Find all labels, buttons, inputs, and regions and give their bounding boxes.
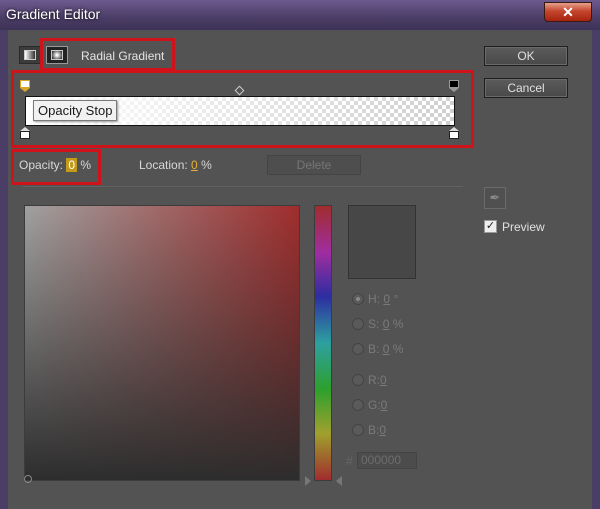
radio-red-button[interactable] [352,374,364,386]
radial-gradient-icon [51,50,63,60]
window-frame-right [592,30,600,509]
gradient-type-label: Radial Gradient [81,49,165,63]
hex-input[interactable]: 000000 [357,452,417,469]
radio-brightness-button[interactable] [352,343,364,355]
opacity-unit: % [80,158,92,172]
opacity-stop-tooltip: Opacity Stop [33,100,118,121]
hue-slider-handle-right[interactable] [336,476,342,486]
hex-field: # 000000 [346,452,417,469]
blue-value: 0 [379,423,387,437]
hue-value: 0 [383,292,391,306]
opacity-stop-right[interactable] [449,80,459,92]
checkbox-icon[interactable]: ✓ [484,220,497,233]
opacity-midpoint[interactable] [234,85,245,96]
color-stop-right[interactable] [449,127,459,139]
color-swatch [348,205,416,279]
opacity-label: Opacity: [19,158,64,172]
window-title: Gradient Editor [6,6,101,22]
linear-gradient-button[interactable] [19,46,41,64]
hue-slider[interactable] [314,205,332,481]
close-button[interactable]: ✕ [544,2,592,22]
location-field: Location: 0 % [139,158,212,172]
radial-gradient-button[interactable] [46,46,68,64]
brightness-value: 0 [382,342,390,356]
linear-gradient-icon [24,50,36,60]
preview-label[interactable]: Preview [502,220,545,234]
delete-button[interactable]: Delete [267,155,361,175]
eyedropper-icon[interactable]: ✒ [484,187,506,209]
green-value: 0 [380,398,388,412]
ok-button[interactable]: OK [484,46,568,66]
window-frame-left [0,30,8,509]
divider [23,186,463,187]
color-field-cursor[interactable] [24,475,32,483]
radio-saturation-button[interactable] [352,318,364,330]
color-stop-left[interactable] [20,127,30,139]
radio-blue-button[interactable] [352,424,364,436]
location-unit: % [201,158,212,172]
location-value[interactable]: 0 [191,158,198,172]
opacity-stop-left[interactable] [20,80,30,92]
dialog-body: Radial Gradient OK Cancel Opacity Stop O… [8,30,592,509]
opacity-value[interactable]: 0 [66,158,78,172]
cancel-button[interactable]: Cancel [484,78,568,98]
red-value: 0 [380,373,387,387]
radio-hue-button[interactable] [352,293,364,305]
color-field[interactable] [24,205,300,481]
saturation-value: 0 [382,317,390,331]
hex-prefix: # [346,454,353,468]
radio-green-button[interactable] [352,399,364,411]
opacity-field: Opacity: 0 % [19,158,91,172]
hue-slider-handle-left[interactable] [305,476,311,486]
location-label: Location: [139,158,188,172]
title-bar: Gradient Editor ✕ [0,0,600,30]
